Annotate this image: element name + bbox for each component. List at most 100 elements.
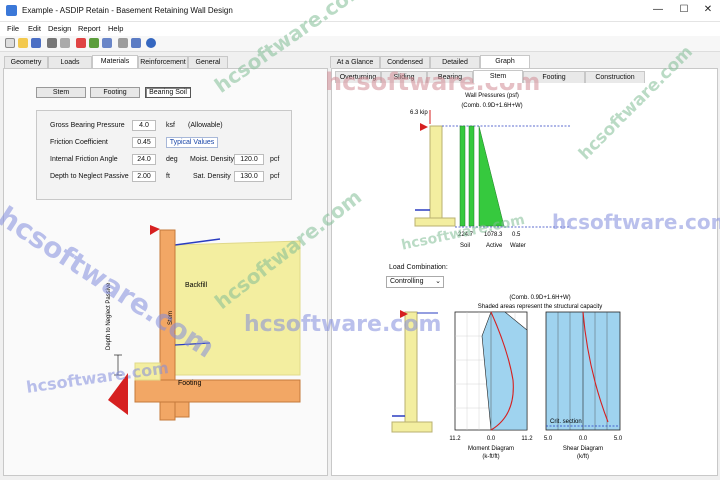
friction-label: Friction Coefficient [50, 139, 108, 146]
gross-bearing-label: Gross Bearing Pressure [50, 122, 125, 129]
gross-bearing-field[interactable]: 4.0 [132, 120, 156, 131]
shear-key-shape [174, 401, 190, 418]
sat-density-label: Sat. Density [193, 173, 231, 180]
moist-density-field[interactable]: 120.0 [234, 154, 264, 165]
footing-section [414, 217, 456, 227]
water-label: Water [510, 243, 526, 249]
load-flag-icon [420, 123, 428, 131]
tab-at-a-glance[interactable]: At a Glance [330, 56, 380, 68]
wall-pressures-diagram: Wall Pressures (psf) (Comb. 0.9D+1.6H+W)… [410, 93, 570, 249]
tab-materials[interactable]: Materials [92, 55, 138, 68]
soil-label: Soil [460, 243, 470, 249]
load-flag-icon [150, 225, 160, 235]
gross-bearing-unit: ksf [166, 122, 175, 129]
soil-pressure-bar [459, 125, 466, 227]
chevron-down-icon: ⌄ [435, 278, 441, 285]
stem-diagrams: (Comb. 0.9D+1.6H+W) Shaded areas represe… [391, 295, 623, 460]
angle-label: Internal Friction Angle [50, 156, 118, 163]
menu-edit[interactable]: Edit [28, 24, 41, 33]
new-icon[interactable] [5, 38, 15, 48]
tab-sliding[interactable]: Sliding [381, 71, 427, 83]
shear-tick-left: 5.0 [544, 436, 553, 442]
tab-stem[interactable]: Stem [473, 70, 523, 83]
stem-button[interactable]: Stem [36, 87, 86, 98]
moment-unit: (k-ft/ft) [482, 454, 499, 460]
footing-shape [134, 379, 301, 403]
moist-density-label: Moist. Density [190, 156, 234, 163]
sat-density-unit: pcf [270, 173, 280, 180]
critical-section-label: Crit. section [550, 419, 582, 425]
sat-density-field[interactable]: 130.0 [234, 171, 264, 182]
menu-design[interactable]: Design [48, 24, 71, 33]
footing-section [391, 421, 433, 433]
help-icon[interactable] [146, 38, 156, 48]
maximize-button[interactable]: ☐ [676, 3, 692, 17]
capacity-note: Shaded areas represent the structural ca… [478, 304, 602, 310]
copy-icon[interactable] [118, 38, 128, 48]
tab-reinforcement[interactable]: Reinforcement [138, 56, 188, 68]
allowable-note: (Allowable) [188, 122, 223, 129]
typical-values-button[interactable]: Typical Values [166, 137, 218, 148]
surcharge-pressure-bar [468, 125, 475, 227]
moment-tick-left: 11.2 [449, 436, 461, 442]
menu-file[interactable]: File [7, 24, 19, 33]
front-soil [134, 362, 161, 381]
angle-field[interactable]: 24.0 [132, 154, 156, 165]
open-icon[interactable] [18, 38, 28, 48]
angle-unit: deg [166, 156, 178, 163]
tab-loads[interactable]: Loads [48, 56, 92, 68]
menu-report[interactable]: Report [78, 24, 101, 33]
stem-section [429, 125, 443, 219]
menu-bar: File Edit Design Report Help [0, 22, 720, 36]
moment-tick-zero: 0.0 [487, 436, 496, 442]
depth-note-label: Depth to Neglect Passive [106, 282, 112, 350]
active-value: 1078.3 [484, 232, 503, 238]
window-title: Example - ASDIP Retain - Basement Retain… [22, 6, 233, 15]
water-value: 0.5 [512, 232, 521, 238]
minimize-button[interactable]: — [650, 3, 666, 17]
backfill-label: Backfill [185, 282, 208, 289]
depth-field[interactable]: 2.00 [132, 171, 156, 182]
friction-field[interactable]: 0.45 [132, 137, 156, 148]
stem-section [404, 311, 418, 423]
refresh-icon[interactable] [89, 38, 99, 48]
print-icon[interactable] [47, 38, 57, 48]
close-button[interactable]: ✕ [700, 3, 716, 17]
shear-unit: (k/ft) [577, 454, 589, 460]
settings-icon[interactable] [102, 38, 112, 48]
print-preview-icon[interactable] [60, 38, 70, 48]
footing-button[interactable]: Footing [90, 87, 140, 98]
soil-value: 224.7 [458, 232, 474, 238]
save-icon[interactable] [31, 38, 41, 48]
backfill-area [174, 240, 301, 376]
find-icon[interactable] [131, 38, 141, 48]
passive-pressure-shape [108, 373, 128, 415]
tab-condensed[interactable]: Condensed [380, 56, 430, 68]
tab-detailed[interactable]: Detailed [430, 56, 480, 68]
design-icon[interactable] [76, 38, 86, 48]
pressures-title: Wall Pressures (psf) [465, 93, 519, 99]
shear-tick-zero: 0.0 [579, 436, 588, 442]
tab-general[interactable]: General [188, 56, 228, 68]
load-value: 6.3 kip [410, 110, 428, 116]
active-label: Active [486, 243, 503, 249]
active-pressure-shape [478, 125, 505, 227]
tab-bearing[interactable]: Bearing [427, 71, 473, 83]
menu-help[interactable]: Help [108, 24, 123, 33]
toolbar [0, 36, 720, 52]
tab-overturning[interactable]: Overturning [335, 71, 381, 83]
load-combination-select[interactable]: Controlling ⌄ [386, 276, 444, 288]
shear-title: Shear Diagram [563, 446, 603, 452]
app-icon [6, 5, 17, 16]
moist-density-unit: pcf [270, 156, 280, 163]
bearing-soil-button[interactable]: Bearing Soil [145, 87, 191, 98]
footing-label: Footing [178, 380, 201, 387]
pressures-combo: (Comb. 0.9D+1.6H+W) [461, 103, 522, 109]
tab-footing[interactable]: Footing [523, 71, 585, 83]
tab-geometry[interactable]: Geometry [4, 56, 48, 68]
tab-graph[interactable]: Graph [480, 55, 530, 68]
tab-construction[interactable]: Construction [585, 71, 645, 83]
load-combination-label: Load Combination: [389, 264, 448, 271]
moment-tick-right: 11.2 [521, 436, 533, 442]
depth-label: Depth to Neglect Passive [50, 173, 129, 180]
